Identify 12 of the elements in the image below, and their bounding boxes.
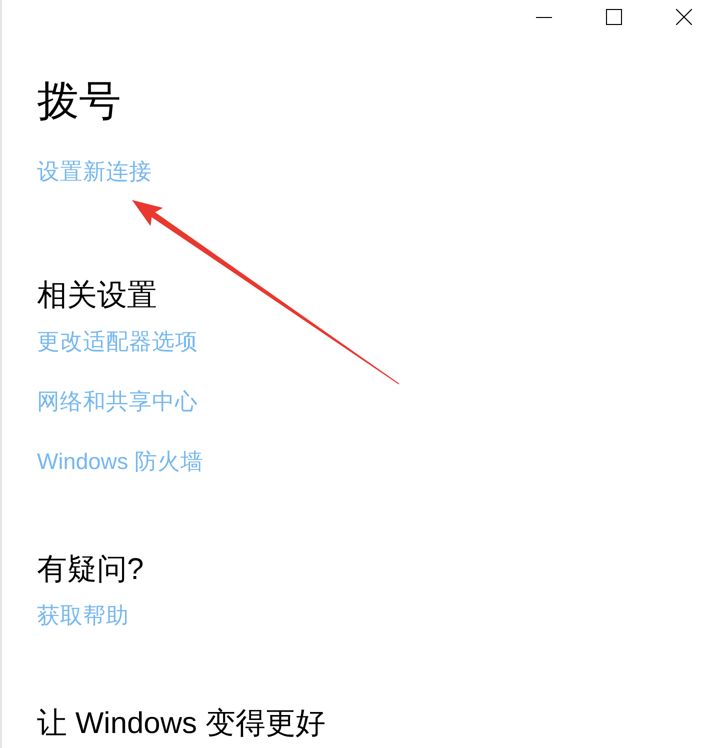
settings-link[interactable]: 获取帮助 (37, 601, 129, 631)
section-heading: 有疑问? (37, 552, 144, 588)
minimize-icon (536, 16, 552, 18)
settings-link[interactable]: 网络和共享中心 (37, 387, 198, 417)
close-icon (676, 9, 692, 25)
settings-link[interactable]: Windows 防火墙 (37, 447, 204, 477)
section-heading: 让 Windows 变得更好 (37, 706, 326, 742)
section-heading: 相关设置 (37, 278, 157, 314)
maximize-icon (606, 9, 622, 25)
settings-link[interactable]: 更改适配器选项 (37, 327, 198, 357)
page-title: 拨号 (37, 76, 121, 126)
settings-link[interactable]: 设置新连接 (37, 157, 152, 187)
